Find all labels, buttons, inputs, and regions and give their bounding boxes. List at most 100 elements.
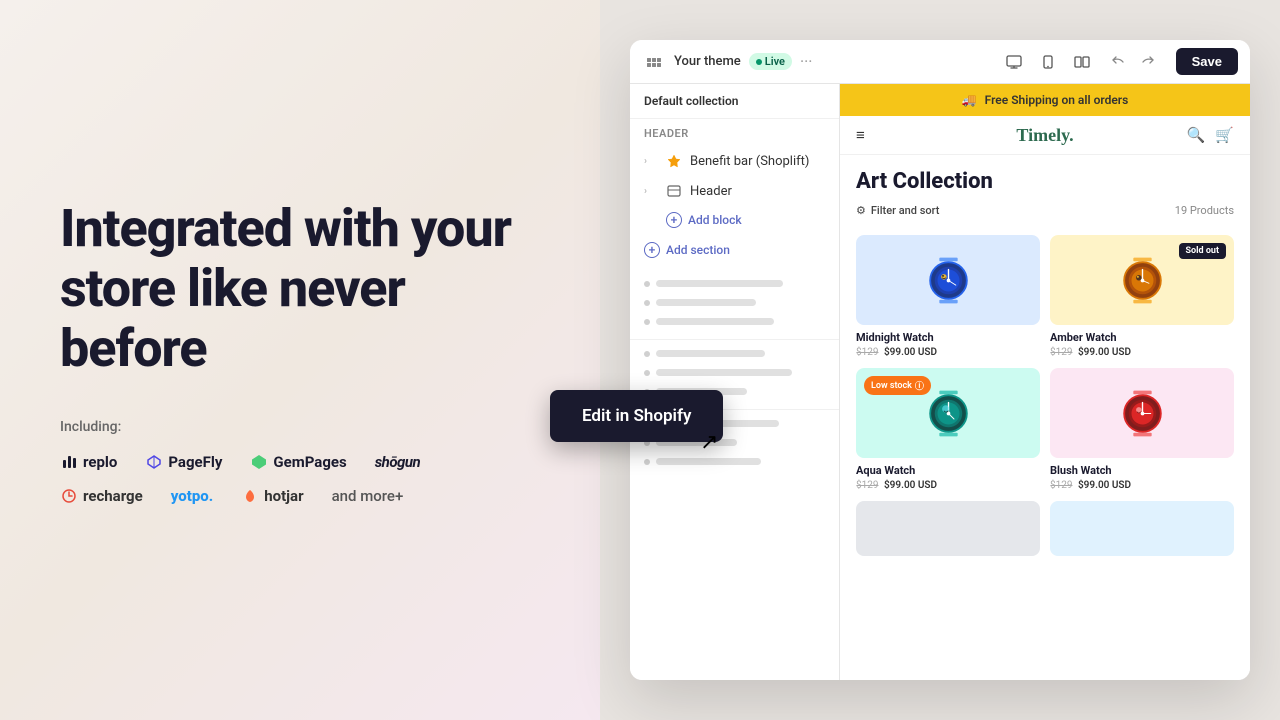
product-card-midnight[interactable]: Midnight Watch $129 $99.00 USD	[856, 235, 1040, 358]
shipping-text: Free Shipping on all orders	[985, 93, 1129, 107]
nav-right-icons: 🔍 🛒	[1187, 126, 1234, 144]
pagefly-icon	[145, 453, 163, 471]
midnight-watch-image	[856, 235, 1040, 325]
store-preview: 🚚 Free Shipping on all orders ≡ Timely. …	[840, 84, 1250, 680]
more-options-button[interactable]: ···	[800, 52, 813, 71]
sold-out-badge: Sold out	[1179, 243, 1226, 259]
edit-button-label: Edit in Shopify	[582, 406, 691, 426]
product-count: 19 Products	[1175, 204, 1234, 217]
save-button[interactable]: Save	[1176, 48, 1238, 75]
home-icon[interactable]	[642, 50, 666, 74]
product-card-5-image[interactable]	[856, 501, 1040, 556]
low-stock-badge: Low stock ⓘ	[864, 376, 931, 395]
editor-section: Your theme Live ···	[600, 0, 1280, 720]
hero-section: Integrated with your store like never be…	[0, 0, 610, 720]
blush-watch-image	[1050, 368, 1234, 458]
add-block-icon: +	[666, 212, 682, 228]
product-card-6-image[interactable]	[1050, 501, 1234, 556]
live-dot	[756, 59, 762, 65]
logo-yotpo: yotpo.	[171, 487, 213, 505]
aqua-watch-price: $129 $99.00 USD	[856, 480, 1040, 491]
logos-row-1: replo PageFly GemPages shōgun	[60, 453, 550, 471]
low-stock-info-icon: ⓘ	[915, 379, 924, 392]
replo-icon	[60, 453, 78, 471]
add-block-label: Add block	[688, 213, 742, 227]
benefit-bar-label: Benefit bar (Shoplift)	[690, 154, 809, 169]
editor-body: Default collection Header › Benefit bar …	[630, 84, 1250, 680]
panel-item-header[interactable]: › Header	[630, 176, 839, 206]
product-card-amber[interactable]: Sold out	[1050, 235, 1234, 358]
panel-item-benefit-bar[interactable]: › Benefit bar (Shoplift)	[630, 146, 839, 176]
logo-gempages: GemPages	[250, 453, 346, 471]
midnight-sale-price: $99.00 USD	[884, 347, 937, 358]
logo-andmore: and more+	[332, 487, 404, 505]
skeleton-row-9	[630, 452, 839, 471]
pagefly-label: PageFly	[168, 453, 222, 471]
hero-title: Integrated with your store like never be…	[60, 199, 550, 378]
search-icon[interactable]: 🔍	[1187, 126, 1206, 144]
logo-shogun: shōgun	[375, 453, 420, 471]
amber-watch-name: Amber Watch	[1050, 331, 1234, 344]
split-view-icon[interactable]	[1068, 48, 1096, 76]
skeleton-row-5	[630, 363, 839, 382]
skeleton-row-1	[630, 274, 839, 293]
mobile-view-icon[interactable]	[1034, 48, 1062, 76]
logo-pagefly: PageFly	[145, 453, 222, 471]
store-preview-area: 🚚 Free Shipping on all orders ≡ Timely. …	[840, 84, 1250, 680]
undo-button[interactable]	[1104, 48, 1132, 76]
filter-row: ⚙ Filter and sort 19 Products	[856, 204, 1234, 217]
product-card-blush[interactable]: Blush Watch $129 $99.00 USD	[1050, 368, 1234, 491]
skeleton-row-4	[630, 344, 839, 363]
shipping-icon: 🚚	[962, 93, 977, 107]
toolbar-icons	[1000, 48, 1096, 76]
toolbar-left: Your theme Live ···	[642, 50, 812, 74]
blush-watch-price: $129 $99.00 USD	[1050, 480, 1234, 491]
recharge-label: recharge	[83, 487, 143, 505]
header-icon	[666, 183, 682, 199]
amber-sale-price: $99.00 USD	[1078, 347, 1131, 358]
blush-sale-price: $99.00 USD	[1078, 480, 1131, 491]
store-nav: ≡ Timely. 🔍 🛒	[840, 116, 1250, 155]
collection-area: Art Collection ⚙ Filter and sort 19 Prod…	[840, 155, 1250, 235]
recharge-icon	[60, 487, 78, 505]
amber-original-price: $129	[1050, 347, 1072, 358]
undo-redo-group	[1104, 48, 1162, 76]
chevron-right-icon: ›	[644, 154, 658, 168]
cart-icon[interactable]: 🛒	[1215, 126, 1234, 144]
midnight-watch-name: Midnight Watch	[856, 331, 1040, 344]
benefit-bar-icon	[666, 153, 682, 169]
filter-sort-button[interactable]: ⚙ Filter and sort	[856, 204, 939, 217]
filter-icon: ⚙	[856, 204, 866, 217]
add-section-icon: +	[644, 242, 660, 258]
blush-watch-name: Blush Watch	[1050, 464, 1234, 477]
live-label: Live	[765, 55, 785, 68]
redo-button[interactable]	[1134, 48, 1162, 76]
filter-label: Filter and sort	[871, 204, 940, 217]
aqua-watch-image: Low stock ⓘ	[856, 368, 1040, 458]
panel-breadcrumb: Default collection	[630, 84, 839, 119]
add-section-button[interactable]: + Add section	[630, 234, 839, 266]
yotpo-label: yotpo.	[171, 487, 213, 505]
aqua-sale-price: $99.00 USD	[884, 480, 937, 491]
including-label: Including:	[60, 419, 550, 435]
aqua-original-price: $129	[856, 480, 878, 491]
midnight-watch-price: $129 $99.00 USD	[856, 347, 1040, 358]
desktop-view-icon[interactable]	[1000, 48, 1028, 76]
skeleton-row-2	[630, 293, 839, 312]
replo-label: replo	[83, 453, 117, 471]
logos-row-2: recharge yotpo. hotjar and more+	[60, 487, 550, 505]
blush-original-price: $129	[1050, 480, 1072, 491]
chevron-right-icon-2: ›	[644, 184, 658, 198]
shogun-label: shōgun	[375, 453, 420, 471]
hamburger-icon[interactable]: ≡	[856, 126, 865, 144]
cursor: ↗	[700, 430, 718, 455]
skeleton-row-3	[630, 312, 839, 331]
gempages-label: GemPages	[273, 453, 346, 471]
theme-name: Your theme	[674, 54, 741, 69]
product-card-aqua[interactable]: Low stock ⓘ	[856, 368, 1040, 491]
edit-in-shopify-button[interactable]: Edit in Shopify	[550, 390, 723, 442]
shipping-banner: 🚚 Free Shipping on all orders	[840, 84, 1250, 116]
header-label: Header	[690, 184, 732, 199]
store-logo: Timely.	[1016, 125, 1073, 146]
add-block-button[interactable]: + Add block	[630, 206, 839, 234]
